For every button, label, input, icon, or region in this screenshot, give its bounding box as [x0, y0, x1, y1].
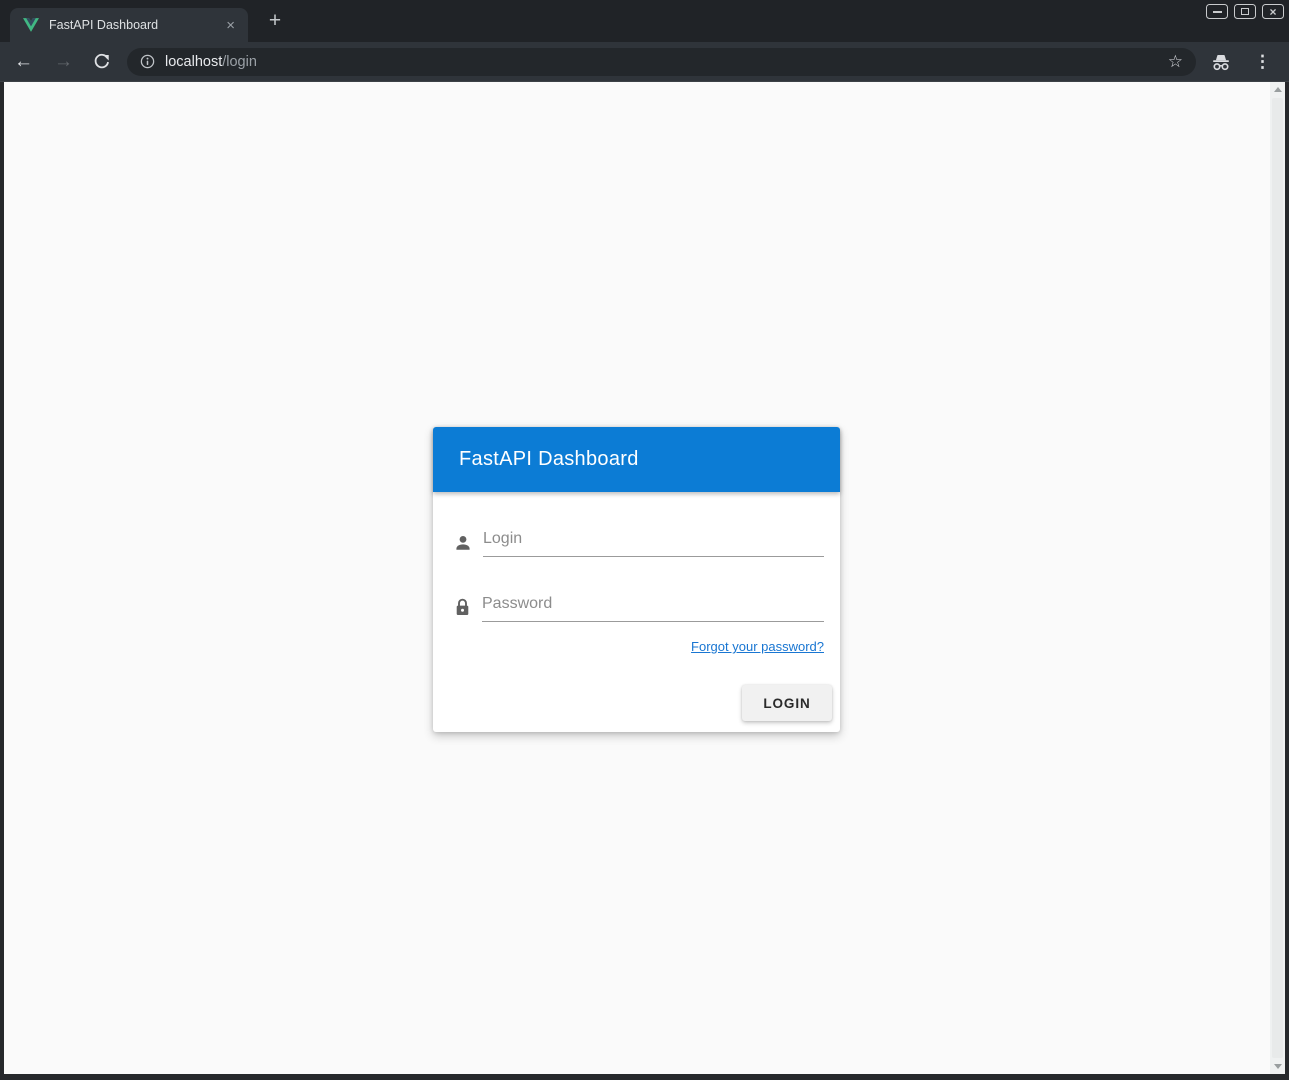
scrollbar-down-icon[interactable] — [1270, 1059, 1285, 1074]
new-tab-button[interactable]: + — [263, 8, 287, 34]
browser-tab[interactable]: FastAPI Dashboard × — [10, 8, 248, 42]
close-button[interactable]: × — [1262, 4, 1284, 19]
login-input[interactable] — [483, 527, 824, 557]
vue-logo-icon — [23, 17, 39, 33]
scrollbar-thumb[interactable] — [1272, 98, 1283, 1058]
login-card-title: FastAPI Dashboard — [459, 448, 639, 471]
maximize-icon — [1241, 8, 1249, 15]
login-field-row — [454, 526, 824, 557]
lock-icon — [454, 597, 471, 617]
minimize-icon — [1213, 11, 1222, 13]
password-field-row — [454, 591, 824, 622]
login-button[interactable]: LOGIN — [742, 685, 832, 721]
page-content: FastAPI Dashboard — [4, 82, 1285, 1074]
maximize-button[interactable] — [1234, 4, 1256, 19]
url-path: /login — [222, 54, 257, 70]
login-card-header: FastAPI Dashboard — [433, 427, 840, 492]
page-info-icon[interactable] — [139, 53, 156, 70]
browser-toolbar: ← → localhost/login ☆ — [0, 42, 1289, 82]
window-controls: × — [1206, 4, 1284, 19]
url-text[interactable]: localhost/login — [165, 54, 257, 70]
url-host: localhost — [165, 54, 222, 70]
scrollbar-up-icon[interactable] — [1270, 82, 1285, 97]
forward-icon[interactable]: → — [54, 52, 73, 71]
address-bar[interactable]: localhost/login ☆ — [127, 48, 1196, 76]
login-card: FastAPI Dashboard — [433, 427, 840, 732]
browser-menu-icon[interactable]: ⋮ — [1248, 51, 1277, 72]
back-icon[interactable]: ← — [14, 52, 33, 71]
bookmark-star-icon[interactable]: ☆ — [1164, 51, 1187, 72]
tab-close-icon[interactable]: × — [221, 16, 240, 35]
person-icon — [454, 534, 472, 552]
reload-icon[interactable] — [92, 52, 111, 71]
incognito-icon — [1210, 52, 1232, 72]
page-scrollbar[interactable] — [1270, 82, 1285, 1074]
browser-window: FastAPI Dashboard × + × ← → — [0, 0, 1289, 1080]
password-input[interactable] — [482, 592, 824, 622]
tab-title: FastAPI Dashboard — [49, 18, 221, 32]
window-titlebar: FastAPI Dashboard × + × — [0, 0, 1289, 42]
forgot-password-link[interactable]: Forgot your password? — [691, 639, 824, 654]
minimize-button[interactable] — [1206, 4, 1228, 19]
